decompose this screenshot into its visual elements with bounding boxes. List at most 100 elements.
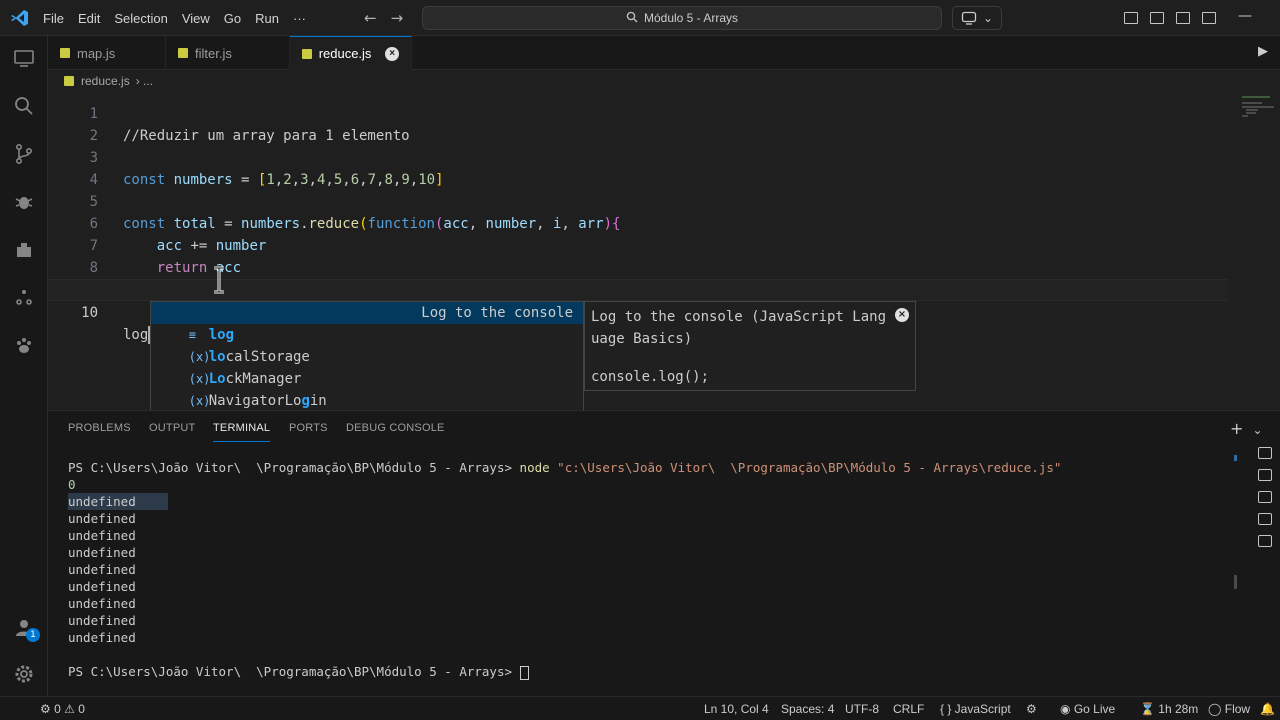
terminal-cursor (519, 665, 529, 680)
code-line-1: 1 //Reduzir um array para 1 elemento (48, 92, 1228, 144)
copilot-status-icon[interactable]: ⚙ (1026, 697, 1037, 720)
menu-view[interactable]: View (175, 11, 217, 26)
text-cursor-icon (214, 266, 224, 294)
tab-terminal[interactable]: TERMINAL (213, 422, 271, 442)
status-bar: ⚙ 0 ⚠ 0 Ln 10, Col 4 Spaces: 4 UTF-8 CRL… (0, 696, 1280, 720)
menu-selection[interactable]: Selection (107, 11, 174, 26)
vscode-logo-icon (10, 8, 30, 28)
run-file-button[interactable]: ▶ (1254, 44, 1272, 62)
code-line-2: 2 (89, 128, 98, 144)
copilot-button[interactable]: ⌄ (952, 6, 1002, 30)
close-icon[interactable]: × (385, 46, 399, 61)
terminal-instance-icon[interactable] (1258, 469, 1272, 481)
tab-debug-console[interactable]: DEBUG CONSOLE (346, 422, 445, 434)
source-control-icon[interactable] (12, 142, 36, 166)
suggestion-lockmanager[interactable]: (x)LockManager (151, 346, 583, 387)
suggestion-log[interactable]: ≡ log Log to the console (151, 302, 583, 343)
explorer-icon[interactable] (12, 46, 36, 70)
cursor-position[interactable]: Ln 10, Col 4 (704, 697, 769, 720)
close-icon[interactable]: × (895, 308, 909, 322)
encoding[interactable]: UTF-8 (845, 697, 879, 720)
accounts-badge: 1 (26, 628, 40, 642)
forward-arrow-icon[interactable]: → (391, 9, 404, 27)
terminal-instance-icon[interactable] (1258, 491, 1272, 503)
settings-gear-icon[interactable] (12, 662, 36, 686)
extensions-icon[interactable] (12, 238, 36, 262)
testing-icon[interactable] (12, 286, 36, 310)
bottom-panel: PROBLEMS OUTPUT TERMINAL PORTS DEBUG CON… (48, 410, 1280, 696)
command-center-search[interactable]: Módulo 5 - Arrays (422, 6, 942, 30)
run-debug-icon[interactable] (12, 190, 36, 214)
terminal-output-line: undefined (68, 511, 136, 526)
menu-edit[interactable]: Edit (71, 11, 107, 26)
toggle-primary-sidebar-icon[interactable] (1124, 12, 1138, 24)
terminal-output-line: 0 (68, 477, 76, 492)
search-icon[interactable] (12, 94, 36, 118)
menu-more[interactable]: ··· (286, 11, 313, 26)
minimap[interactable] (1238, 92, 1280, 410)
code-line-5: 5 const total = numbers.reduce(function(… (48, 169, 1228, 232)
terminal-instance-icon[interactable] (1258, 513, 1272, 525)
problems-count[interactable]: ⚙ 0 ⚠ 0 (40, 697, 85, 720)
navigation-arrows: ← → (364, 0, 403, 36)
panel-actions: + ⌄ (1230, 419, 1263, 438)
suggestion-documentation: Log to the console (JavaScript Language … (584, 301, 916, 391)
menu-bar: File Edit Selection View Go Run ··· (36, 0, 313, 36)
toggle-secondary-sidebar-icon[interactable] (1176, 12, 1190, 24)
window-minimize-button[interactable]: — (1238, 8, 1252, 24)
breadcrumb-rest[interactable]: › ... (136, 74, 153, 88)
indentation[interactable]: Spaces: 4 (781, 697, 834, 720)
language-mode[interactable]: { } JavaScript (940, 697, 1011, 720)
autocomplete-suggestions: ≡ log Log to the console (x)localStorage … (150, 301, 584, 431)
menu-file[interactable]: File (36, 11, 71, 26)
chevron-down-icon[interactable]: ⌄ (1253, 423, 1263, 437)
flow-status[interactable]: ◯ Flow (1208, 697, 1250, 720)
code-line-8: 8 }, 0) (48, 235, 1228, 298)
notifications-bell-icon[interactable]: 🔔 (1260, 697, 1275, 720)
search-text: Módulo 5 - Arrays (643, 11, 739, 25)
panel-tabs: PROBLEMS OUTPUT TERMINAL PORTS DEBUG CON… (48, 411, 1280, 446)
go-live-button[interactable]: ◉ Go Live (1060, 697, 1115, 720)
suggestion-navigatorlogin[interactable]: (x)NavigatorLogin (151, 368, 583, 409)
new-terminal-icon[interactable]: + (1230, 419, 1243, 438)
activity-bar: 1 (0, 36, 48, 696)
terminal-scrollbar[interactable] (1234, 455, 1237, 675)
tab-output[interactable]: OUTPUT (149, 422, 195, 434)
toggle-panel-icon[interactable] (1150, 12, 1164, 24)
paw-extension-icon[interactable] (12, 334, 36, 358)
customize-layout-icon[interactable] (1202, 12, 1216, 24)
js-file-icon (60, 48, 70, 58)
tab-reduce-js[interactable]: reduce.js × (290, 36, 412, 70)
terminal-output-line: undefined (68, 596, 136, 611)
tab-map-js[interactable]: map.js (48, 36, 166, 70)
title-bar: File Edit Selection View Go Run ··· ← → … (0, 0, 1280, 36)
terminal-output-line: undefined (68, 545, 136, 560)
js-file-icon (64, 76, 74, 86)
suggestion-detail: Log to the console (421, 305, 573, 321)
line-ending[interactable]: CRLF (893, 697, 924, 720)
menu-run[interactable]: Run (248, 11, 286, 26)
tab-problems[interactable]: PROBLEMS (68, 422, 131, 434)
breadcrumb-file[interactable]: reduce.js (81, 74, 130, 88)
terminal-output[interactable]: PS C:\Users\João Vitor\ \Programação\BP\… (68, 459, 1228, 689)
terminal-command-line: PS C:\Users\João Vitor\ \Programação\BP\… (68, 460, 1062, 475)
suggestion-localstorage[interactable]: (x)localStorage (151, 324, 583, 365)
code-text: log (123, 326, 151, 344)
menu-go[interactable]: Go (217, 11, 248, 26)
chevron-down-icon: ⌄ (982, 11, 994, 25)
terminal-instance-icon[interactable] (1258, 447, 1272, 459)
code-line-7: 7 return acc (48, 213, 1228, 276)
terminal-output-line: undefined (68, 493, 168, 510)
tab-ports[interactable]: PORTS (289, 422, 328, 434)
terminal-output-line: undefined (68, 579, 136, 594)
tab-label: reduce.js (318, 46, 372, 61)
time-tracker[interactable]: ⌛ 1h 28m (1140, 697, 1198, 720)
suggestion-largestcontentfulpaint[interactable]: (x)LargestContentfulPaint (151, 390, 583, 431)
breadcrumb: reduce.js › ... (48, 70, 1280, 92)
doc-description: Log to the console (JavaScript Language … (591, 309, 887, 347)
terminal-instance-icon[interactable] (1258, 535, 1272, 547)
back-arrow-icon[interactable]: ← (364, 9, 377, 27)
search-icon (626, 11, 638, 26)
tab-filter-js[interactable]: filter.js (166, 36, 290, 70)
tab-label: map.js (77, 45, 116, 61)
